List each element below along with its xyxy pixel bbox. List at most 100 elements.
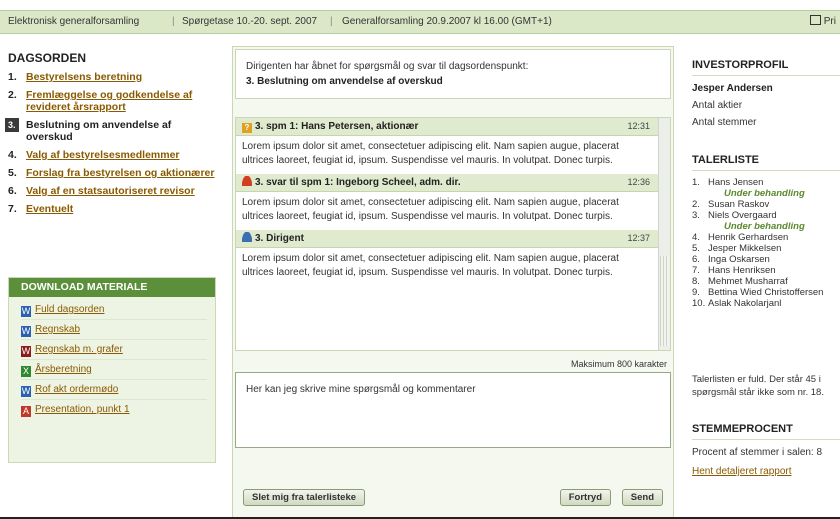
message-time: 12:31: [627, 121, 650, 131]
message: 3. svar til spm 1: Ingeborg Scheel, adm.…: [236, 174, 670, 230]
speaker-list-note: Talerlisten er fuld. Der står 45 i: [692, 374, 821, 385]
separator: |: [330, 16, 333, 27]
download-item[interactable]: W Regnskab m. grafer: [21, 340, 207, 360]
action-buttons: Slet mig fra talerlisteke Fortryd Send: [235, 485, 669, 515]
download-item[interactable]: X Årsberetning: [21, 360, 207, 380]
agenda-link[interactable]: Fremlæggelse og godkendelse af revideret…: [26, 89, 192, 113]
speaker-item: 8. Mehmet Musharraf: [692, 276, 788, 287]
download-item[interactable]: W Fuld dagsorden: [21, 300, 207, 320]
message-title: 3. Dirigent: [255, 233, 304, 244]
download-panel: DOWNLOAD MATERIALE W Fuld dagsorden W Regn…: [8, 277, 216, 463]
agenda-item-current: 3. Beslutning om anvendelse af overskud: [5, 118, 218, 143]
excel-doc-icon: X: [21, 366, 31, 377]
investor-profile-title: INVESTORPROFIL: [692, 59, 789, 71]
agenda-link[interactable]: Eventuelt: [26, 203, 73, 215]
question-icon: ?: [242, 123, 252, 133]
agenda-item[interactable]: 2. Fremlæggelse og godkendelse af revider…: [8, 89, 218, 113]
meeting-datetime: Generalforsamling 20.9.2007 kl 16.00 (GM…: [342, 16, 552, 27]
speaker-list: 1. Hans Jensen Under behandling 2. Susan R…: [692, 177, 823, 309]
download-link[interactable]: Årsberetning: [35, 364, 92, 375]
scroll-thumb[interactable]: [660, 256, 669, 346]
agenda-title: DAGSORDEN: [8, 51, 87, 65]
message-feed[interactable]: ? 3. spm 1: Hans Petersen, aktionær 12:31…: [235, 117, 671, 351]
textarea-placeholder: Her kan jeg skrive mine spørgsmål og kom…: [246, 384, 476, 395]
download-link[interactable]: Regnskab: [35, 324, 80, 335]
left-sidebar: DAGSORDEN 1. Bestyrelsens beretning 2. Fre…: [0, 33, 222, 519]
word-doc-icon: W: [21, 386, 31, 397]
votes-label: Antal stemmer: [692, 117, 757, 128]
agenda-item[interactable]: 5. Forslag fra bestyrelsen og aktionærer: [8, 167, 218, 179]
message-title: 3. spm 1: Hans Petersen, aktionær: [255, 121, 419, 132]
moderator-person-icon: [242, 232, 252, 242]
download-link[interactable]: Presentation, punkt 1: [35, 404, 130, 415]
word-doc-icon: W: [21, 326, 31, 337]
divider: [692, 170, 840, 171]
agenda-item[interactable]: 1. Bestyrelsens beretning: [8, 71, 218, 83]
download-item[interactable]: W Regnskab: [21, 320, 207, 340]
agenda-list: 1. Bestyrelsens beretning 2. Fremlæggelse …: [5, 71, 218, 221]
top-bar: Elektronisk generalforsamling | Spørgeta…: [0, 10, 840, 34]
speaker-status: Under behandling: [724, 188, 805, 199]
moderator-notice: Dirigenten har åbnet for spørgsmål og sv…: [235, 49, 671, 99]
max-characters-label: Maksimum 800 karakter: [570, 359, 667, 369]
feed-scrollbar[interactable]: [658, 118, 670, 350]
agenda-item[interactable]: 7. Eventuelt: [8, 203, 218, 215]
divider: [692, 439, 840, 440]
download-title: DOWNLOAD MATERIALE: [9, 278, 215, 297]
detailed-report-link[interactable]: Hent detaljeret rapport: [692, 466, 792, 477]
comment-textarea[interactable]: Her kan jeg skrive mine spørgsmål og kom…: [235, 372, 671, 448]
answer-person-icon: [242, 176, 252, 186]
agenda-item[interactable]: 4. Valg af bestyrelsesmedlemmer: [8, 149, 218, 161]
agenda-link[interactable]: Valg af en statsautoriseret revisor: [26, 185, 195, 197]
pdf-doc-icon: A: [21, 406, 31, 417]
regret-button[interactable]: Fortryd: [559, 489, 611, 506]
investor-name: Jesper Andersen: [692, 83, 773, 94]
message-time: 12:36: [627, 177, 650, 187]
message-header: ? 3. spm 1: Hans Petersen, aktionær 12:31: [236, 118, 670, 136]
message: ? 3. spm 1: Hans Petersen, aktionær 12:31…: [236, 118, 670, 174]
download-list: W Fuld dagsorden W Regnskab W Regnskab m. g…: [9, 297, 215, 419]
download-item[interactable]: A Presentation, punkt 1: [21, 400, 207, 419]
shares-label: Antal aktier: [692, 100, 743, 111]
message-body: Lorem ipsum dolor sit amet, consectetuer…: [242, 197, 619, 222]
download-link[interactable]: Regnskab m. grafer: [35, 344, 123, 355]
speaker-item: 1. Hans Jensen: [692, 177, 764, 188]
message-time: 12:37: [627, 233, 650, 243]
word-doc-icon: W: [21, 346, 31, 357]
qa-panel: Dirigenten har åbnet for spørgsmål og sv…: [232, 46, 674, 518]
notice-agenda-point: 3. Beslutning om anvendelse af overskud: [246, 76, 443, 87]
right-sidebar: INVESTORPROFIL Jesper Andersen Antal akt…: [686, 33, 840, 519]
speaker-item: 7. Hans Henriksen: [692, 265, 776, 276]
speaker-item: 2. Susan Raskov: [692, 199, 770, 210]
question-deadline: Spørgetase 10.-20. sept. 2007: [182, 16, 318, 27]
speaker-item: 5. Jesper Mikkelsen: [692, 243, 782, 254]
remove-from-speakers-button[interactable]: Slet mig fra talerlisteke: [243, 489, 366, 506]
agenda-link[interactable]: Forslag fra bestyrelsen og aktionærer: [26, 167, 214, 179]
message: 3. Dirigent 12:37 Lorem ipsum dolor sit …: [236, 230, 670, 286]
speaker-item: 10. Aslak Nakolarjanl: [692, 298, 782, 309]
agenda-link[interactable]: Bestyrelsens beretning: [26, 71, 142, 83]
agenda-item[interactable]: 6. Valg af en statsautoriseret revisor: [8, 185, 218, 197]
notice-text: Dirigenten har åbnet for spørgsmål og sv…: [246, 61, 529, 72]
speaker-item: 4. Henrik Gerhardsen: [692, 232, 789, 243]
send-button[interactable]: Send: [621, 489, 663, 506]
app-title: Elektronisk generalforsamling: [8, 16, 140, 27]
word-doc-icon: W: [21, 306, 31, 317]
printer-icon: [809, 15, 821, 25]
message-header: 3. Dirigent 12:37: [236, 230, 670, 248]
vote-percent-title: STEMMEPROCENT: [692, 423, 793, 435]
message-title: 3. svar til spm 1: Ingeborg Scheel, adm.…: [255, 177, 461, 188]
speaker-list-note: spørgsmål står ikke som nr. 18.: [692, 387, 824, 398]
message-body: Lorem ipsum dolor sit amet, consectetuer…: [242, 141, 619, 166]
divider: [692, 75, 840, 76]
agenda-link[interactable]: Valg af bestyrelsesmedlemmer: [26, 149, 180, 161]
download-item[interactable]: W Rof akt ordermødo: [21, 380, 207, 400]
speaker-item: 6. Inga Oskarsen: [692, 254, 770, 265]
message-header: 3. svar til spm 1: Ingeborg Scheel, adm.…: [236, 174, 670, 192]
download-link[interactable]: Rof akt ordermødo: [35, 384, 118, 395]
agenda-current-label: Beslutning om anvendelse af overskud: [26, 119, 172, 143]
download-link[interactable]: Fuld dagsorden: [35, 304, 105, 315]
speaker-item: 3. Niels Overgaard: [692, 210, 777, 221]
app-window: Elektronisk generalforsamling | Spørgeta…: [0, 0, 840, 519]
print-button[interactable]: Pri: [809, 11, 836, 33]
